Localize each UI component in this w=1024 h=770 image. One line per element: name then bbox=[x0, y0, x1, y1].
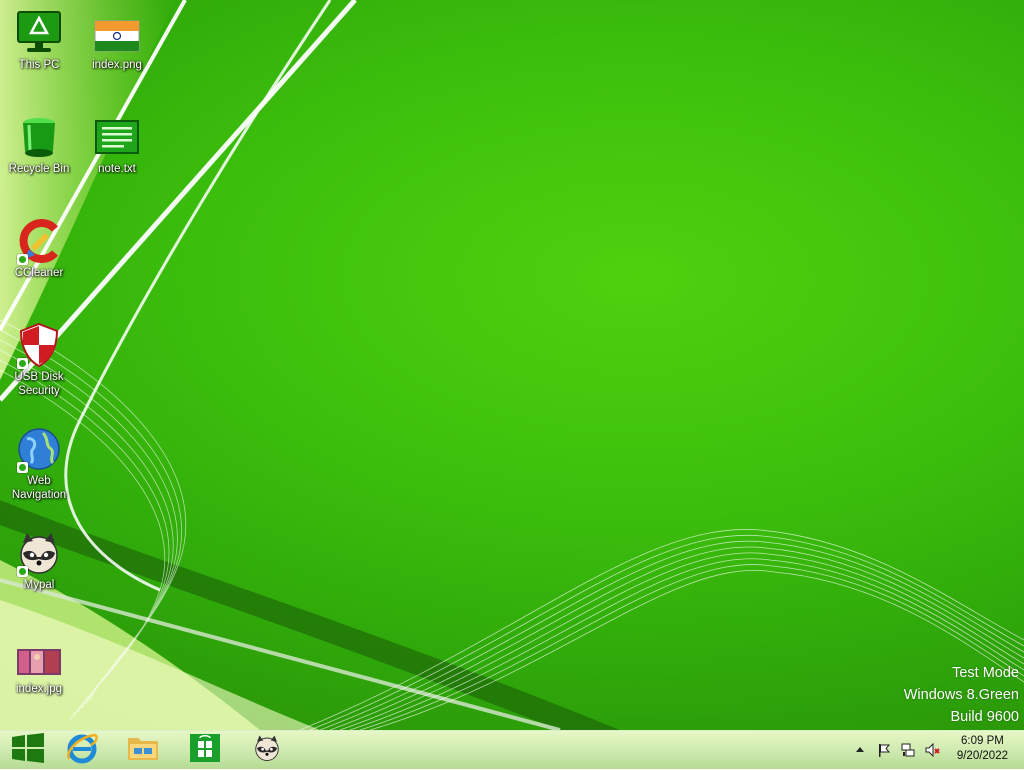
raccoon-icon bbox=[251, 733, 283, 768]
desktop-icon-recycle-bin[interactable]: Recycle Bin bbox=[1, 113, 77, 176]
chevron-up-icon[interactable] bbox=[852, 742, 868, 758]
ccleaner-icon bbox=[15, 217, 63, 265]
watermark-line-test-mode: Test Mode bbox=[952, 665, 1019, 681]
watermark-line-build: Build 9600 bbox=[950, 709, 1019, 725]
desktop-icon-mypal[interactable]: Mypal bbox=[1, 529, 77, 592]
desktop-icon-label: Recycle Bin bbox=[8, 163, 70, 175]
taskbar-internet-explorer[interactable] bbox=[54, 731, 110, 769]
internet-explorer-icon bbox=[65, 731, 99, 770]
desktop-icon-label: This PC bbox=[18, 59, 60, 71]
test-mode-watermark: Test Mode Windows 8.Green Build 9600 bbox=[904, 662, 1019, 728]
clock[interactable]: 6:09 PM 9/20/2022 bbox=[957, 734, 1008, 764]
volume-muted-icon[interactable] bbox=[924, 742, 940, 758]
globe-icon bbox=[15, 425, 63, 473]
wallpaper-art bbox=[0, 0, 1024, 730]
system-tray: 6:09 PM 9/20/2022 bbox=[844, 731, 1024, 769]
desktop-icon-label: Mypal bbox=[23, 579, 55, 591]
taskbar: 6:09 PM 9/20/2022 bbox=[0, 730, 1024, 769]
network-icon[interactable] bbox=[900, 742, 916, 758]
desktop-icon-index-png[interactable]: index.png bbox=[79, 9, 155, 72]
shortcut-arrow-icon bbox=[17, 358, 28, 369]
image-file-icon bbox=[93, 9, 141, 57]
photo-file-icon bbox=[15, 633, 63, 681]
desktop-icon-ccleaner[interactable]: CCleaner bbox=[1, 217, 77, 280]
desktop-icon-note-txt[interactable]: note.txt bbox=[79, 113, 155, 176]
taskbar-mypal[interactable] bbox=[239, 731, 295, 769]
windows-logo-icon bbox=[11, 732, 45, 768]
shield-icon bbox=[15, 321, 63, 369]
taskbar-store[interactable] bbox=[177, 731, 233, 769]
store-icon bbox=[189, 733, 221, 768]
desktop-icon-label: USB Disk Security bbox=[14, 371, 64, 397]
raccoon-icon bbox=[15, 529, 63, 577]
start-button[interactable] bbox=[0, 731, 56, 769]
desktop-icon-index-jpg[interactable]: index.jpg bbox=[1, 633, 77, 696]
text-file-icon bbox=[93, 113, 141, 161]
desktop[interactable]: This PC index.png Recycle Bin note.txt C… bbox=[0, 0, 1024, 730]
desktop-icon-this-pc[interactable]: This PC bbox=[1, 9, 77, 72]
folder-icon bbox=[126, 732, 160, 769]
watermark-line-edition: Windows 8.Green bbox=[903, 687, 1019, 703]
desktop-icon-label: Web Navigation bbox=[11, 475, 67, 501]
desktop-icon-usb-disk-security[interactable]: USB Disk Security bbox=[1, 321, 77, 398]
clock-time: 6:09 PM bbox=[961, 735, 1004, 747]
desktop-icon-label: note.txt bbox=[98, 163, 136, 175]
clock-date: 9/20/2022 bbox=[956, 750, 1008, 762]
desktop-icon-label: index.png bbox=[92, 59, 142, 71]
shortcut-arrow-icon bbox=[17, 566, 28, 577]
shortcut-arrow-icon bbox=[17, 462, 28, 473]
desktop-icon-web-navigation[interactable]: Web Navigation bbox=[1, 425, 77, 502]
flag-icon[interactable] bbox=[876, 742, 892, 758]
this-pc-icon bbox=[15, 9, 63, 57]
desktop-icon-label: index.jpg bbox=[15, 683, 63, 695]
shortcut-arrow-icon bbox=[17, 254, 28, 265]
taskbar-file-explorer[interactable] bbox=[115, 731, 171, 769]
desktop-icon-label: CCleaner bbox=[14, 267, 64, 279]
recycle-bin-icon bbox=[15, 113, 63, 161]
